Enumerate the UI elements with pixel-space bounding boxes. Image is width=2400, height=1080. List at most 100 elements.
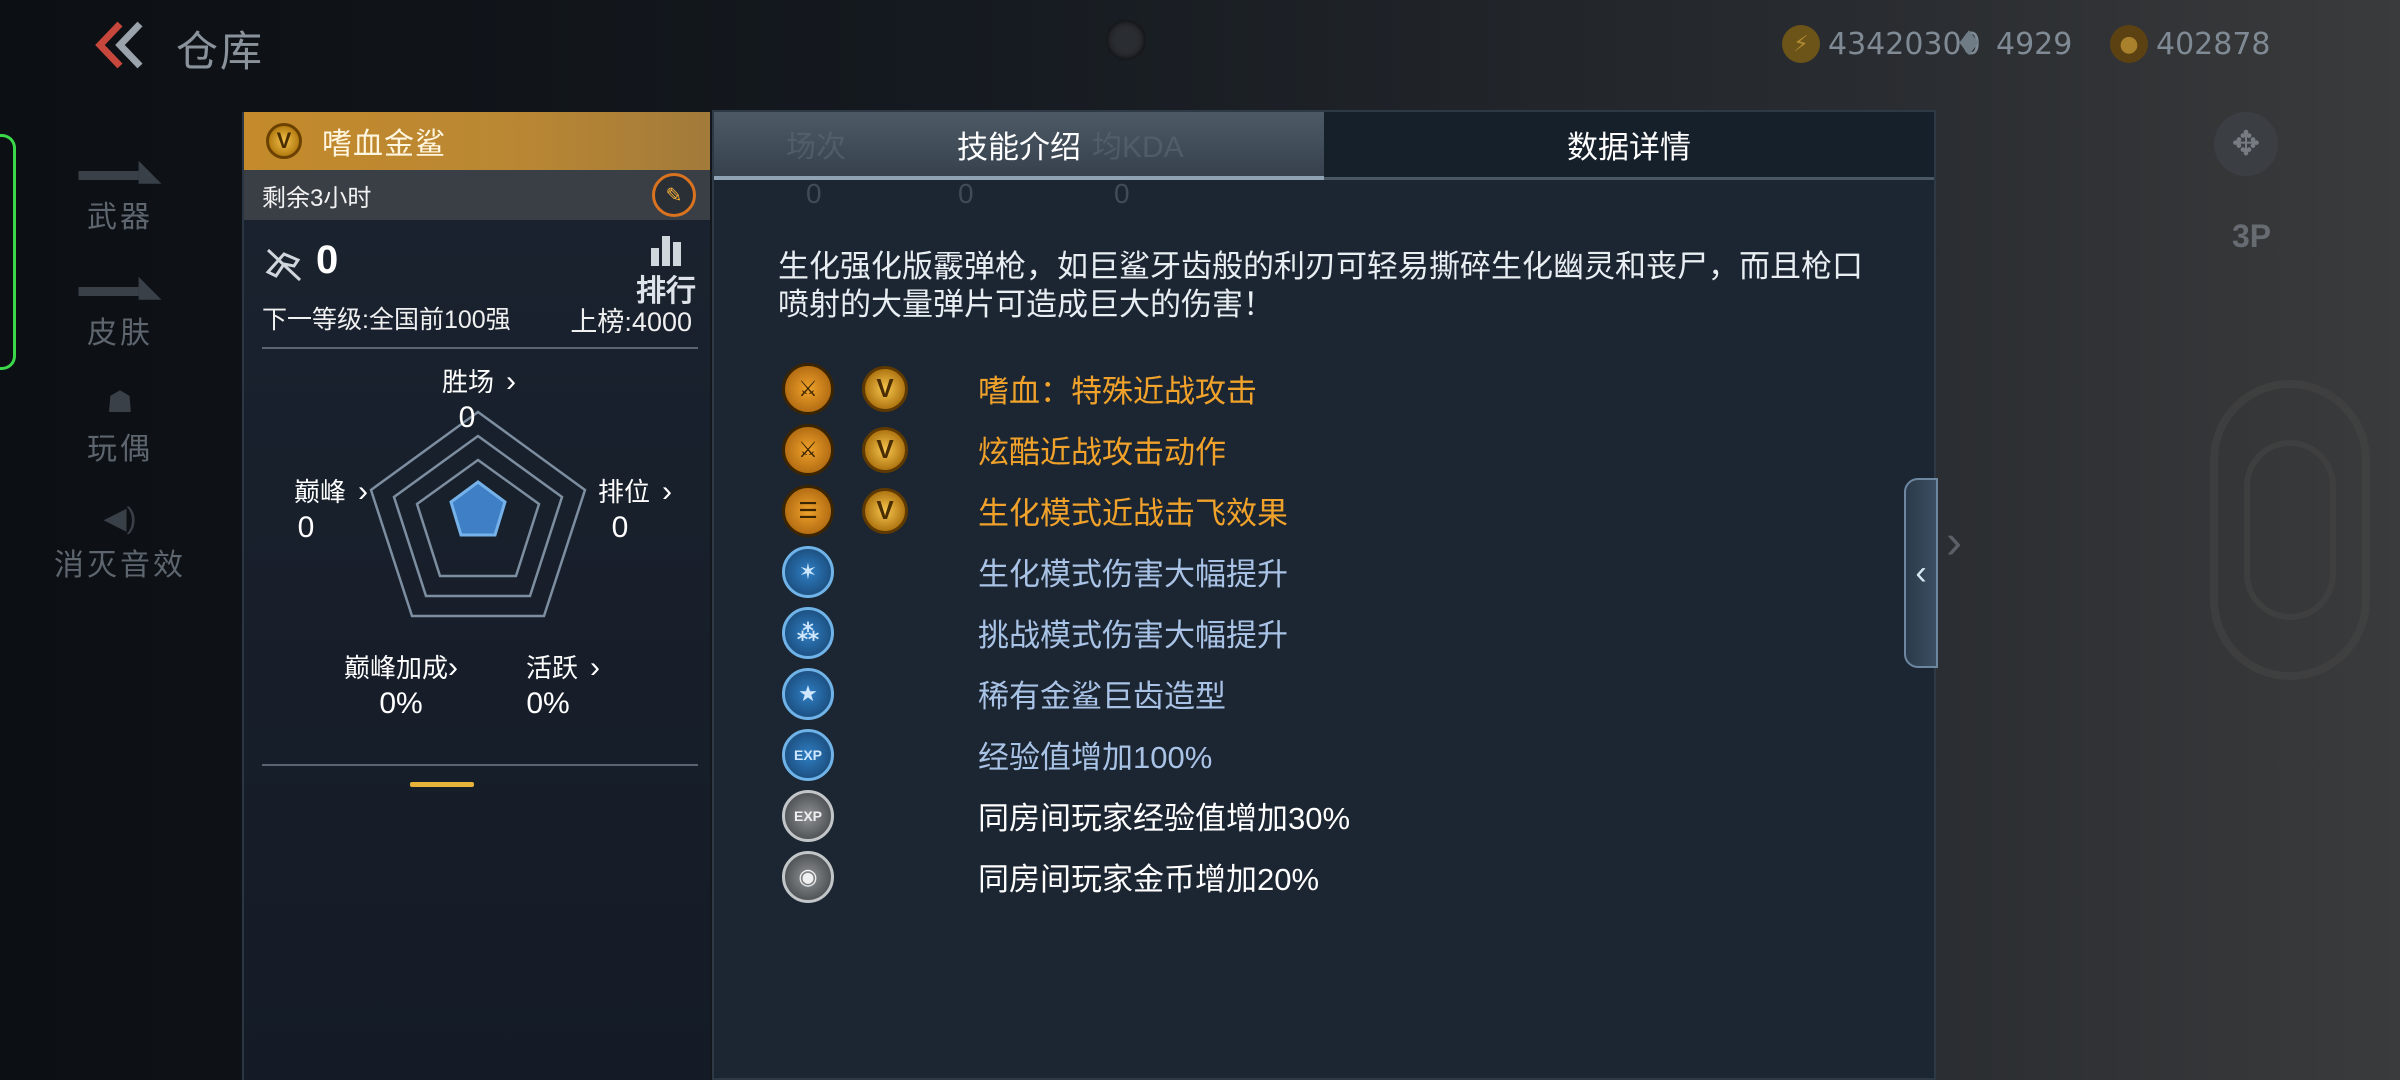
skill-text: 生化模式伤害大幅提升 xyxy=(978,557,1288,592)
chevron-right-icon: › xyxy=(662,475,673,508)
room-coin-icon: ◉ xyxy=(782,850,834,903)
challenge-damage-icon: ⁂ xyxy=(782,606,834,659)
coin-currency: ● 402878 xyxy=(2110,22,2271,66)
stat-peak-bonus[interactable]: 巅峰加成› 0% xyxy=(344,648,458,721)
top-bar: 仓库 ⚡ 43420300 ♦ 4929 ● 402878 xyxy=(0,0,2400,96)
stat-value: 0% xyxy=(379,687,423,720)
view-mode-toggle[interactable]: 3P xyxy=(2232,218,2271,255)
weapon-name: 嗜血金鲨 xyxy=(322,128,446,161)
nav-label: 皮肤 xyxy=(87,317,153,350)
coin-value: 402878 xyxy=(2156,26,2271,62)
dpad-icon: ✥ xyxy=(2231,125,2261,163)
nav-label: 消灭音效 xyxy=(54,549,186,582)
next-level-text: 下一等级:全国前100强 xyxy=(262,306,511,334)
list-item: ⚔ V 嗜血：特殊近战攻击 xyxy=(782,358,1882,419)
board-score-text: 上榜:4000 xyxy=(570,307,692,337)
skill-text: 嗜血：特殊近战攻击 xyxy=(978,374,1257,409)
divider xyxy=(262,347,698,349)
ghost-label: 均KDA xyxy=(1092,131,1184,164)
expiry-text: 剩余3小时 xyxy=(262,184,372,212)
leaderboard-button[interactable]: 排行 xyxy=(636,232,696,310)
info-tabs: 技能介绍 数据详情 场次 均KDA 0 0 0 xyxy=(714,112,1934,209)
list-item: ☰ V 生化模式近战击飞效果 xyxy=(782,480,1882,541)
stat-name: 排位 xyxy=(598,477,651,507)
skill-text: 稀有金鲨巨齿造型 xyxy=(978,679,1226,714)
room-exp-icon: EXP xyxy=(782,789,834,842)
stat-active[interactable]: 活跃 › 0% xyxy=(526,648,600,721)
list-item: ★ 稀有金鲨巨齿造型 xyxy=(782,663,1882,724)
skill-text: 同房间玩家金币增加20% xyxy=(978,862,1320,897)
stat-name: 胜场 xyxy=(442,367,495,397)
vip-v-icon: V xyxy=(862,487,908,534)
chevron-right-icon[interactable]: › xyxy=(1946,515,1962,570)
diamond-icon: ♦ xyxy=(1953,24,1985,64)
renew-icon[interactable]: ✎ xyxy=(652,173,696,217)
melee-blade-icon: ⚔ xyxy=(782,362,834,415)
kill-count: 0 xyxy=(316,238,339,282)
weapon-info-panel: 技能介绍 数据详情 场次 均KDA 0 0 0 生化强化版霰弹枪，如巨鲨牙齿般的… xyxy=(712,110,1936,1080)
skill-text: 生化模式近战击飞效果 xyxy=(978,496,1288,531)
vip-v-icon: V xyxy=(862,365,908,412)
exp-icon: EXP xyxy=(782,728,834,781)
ghost-value: 0 xyxy=(1114,178,1130,209)
nav-item-dolls[interactable]: ☗ 玩偶 xyxy=(0,362,240,478)
leaderboard-icon xyxy=(636,232,696,266)
dpad-control-button[interactable]: ✥ xyxy=(2214,112,2278,176)
coin-icon: ● xyxy=(2110,25,2148,63)
skill-text: 炫酷近战攻击动作 xyxy=(978,435,1226,470)
knockback-icon: ☰ xyxy=(782,484,834,537)
stat-value: 0 xyxy=(611,511,629,544)
list-item: ✶ 生化模式伤害大幅提升 xyxy=(782,541,1882,602)
divider xyxy=(262,764,698,766)
stats-radar: 胜场 › 0 巅峰 › 0 排位 › 0 巅峰加成› 0% 活跃 › 0% xyxy=(244,352,712,872)
speaker-icon: ◀) xyxy=(103,502,137,535)
nav-item-weapons[interactable]: ▬▬◣ 武器 xyxy=(0,130,240,246)
rifle-skin-icon: ▬▬◣ xyxy=(78,270,162,303)
skill-text: 经验值增加100% xyxy=(978,740,1213,775)
stat-wins[interactable]: 胜场 › 0 xyxy=(442,362,516,435)
tab-data-details[interactable]: 数据详情 xyxy=(1324,112,1934,180)
vip-v-icon: V xyxy=(266,123,302,159)
stat-peak[interactable]: 巅峰 › 0 xyxy=(294,472,368,545)
stat-name: 巅峰加成 xyxy=(344,653,449,683)
collapse-panel-handle[interactable]: ‹ xyxy=(1904,478,1938,668)
list-item: ◉ 同房间玩家金币增加20% xyxy=(782,846,1882,907)
stat-name: 巅峰 xyxy=(294,477,347,507)
category-nav: ▬▬◣ 武器 ▬▬◣ 皮肤 ☗ 玩偶 ◀) 消灭音效 xyxy=(0,130,240,594)
scene-light xyxy=(1106,20,1146,60)
kill-count-icon xyxy=(264,244,304,284)
chevron-right-icon: › xyxy=(506,365,517,398)
list-item: ⁂ 挑战模式伤害大幅提升 xyxy=(782,602,1882,663)
diamond-value: 4929 xyxy=(1996,26,2073,62)
bio-damage-icon: ✶ xyxy=(782,545,834,598)
weapon-description: 生化强化版霰弹枪，如巨鲨牙齿般的利刃可轻易撕碎生化幽灵和丧尸，而且枪口喷射的大量… xyxy=(778,249,1863,322)
doll-icon: ☗ xyxy=(106,386,134,419)
expiry-bar: 剩余3小时 ✎ xyxy=(244,170,710,220)
stat-value: 0% xyxy=(526,687,570,720)
ghost-label: 场次 xyxy=(786,131,846,164)
list-item: EXP 经验值增加100% xyxy=(782,724,1882,785)
nav-item-kill-sounds[interactable]: ◀) 消灭音效 xyxy=(0,478,240,594)
chevron-right-icon: › xyxy=(448,651,459,684)
star-icon: ★ xyxy=(782,667,834,720)
melee-action-icon: ⚔ xyxy=(782,423,834,476)
double-chevron-left-icon xyxy=(95,21,143,69)
list-item: EXP 同房间玩家经验值增加30% xyxy=(782,785,1882,846)
page-indicator xyxy=(410,782,474,787)
chevron-left-icon: ‹ xyxy=(1915,553,1927,592)
gold-coin-icon: ⚡ xyxy=(1782,25,1820,63)
ghost-value: 0 xyxy=(806,178,822,209)
back-button[interactable] xyxy=(90,20,150,70)
chevron-right-icon: › xyxy=(590,651,601,684)
weapon-card: V 嗜血金鲨 剩余3小时 ✎ 0 排行 下一等级:全国前100强 上榜:4000 xyxy=(242,112,710,1080)
vip-v-icon: V xyxy=(862,426,908,473)
chevron-right-icon: › xyxy=(358,475,369,508)
nav-item-skins[interactable]: ▬▬◣ 皮肤 xyxy=(0,246,240,362)
stat-value: 0 xyxy=(458,401,476,434)
weapon-header: V 嗜血金鲨 xyxy=(244,112,710,170)
stat-ranked[interactable]: 排位 › 0 xyxy=(598,472,672,545)
skill-text: 同房间玩家经验值增加30% xyxy=(978,801,1351,836)
page-title: 仓库 xyxy=(176,28,265,75)
skill-list: ⚔ V 嗜血：特殊近战攻击 ⚔ V 炫酷近战攻击动作 ☰ V 生化模式近战击飞效… xyxy=(782,358,1882,907)
stat-name: 活跃 xyxy=(526,653,579,683)
